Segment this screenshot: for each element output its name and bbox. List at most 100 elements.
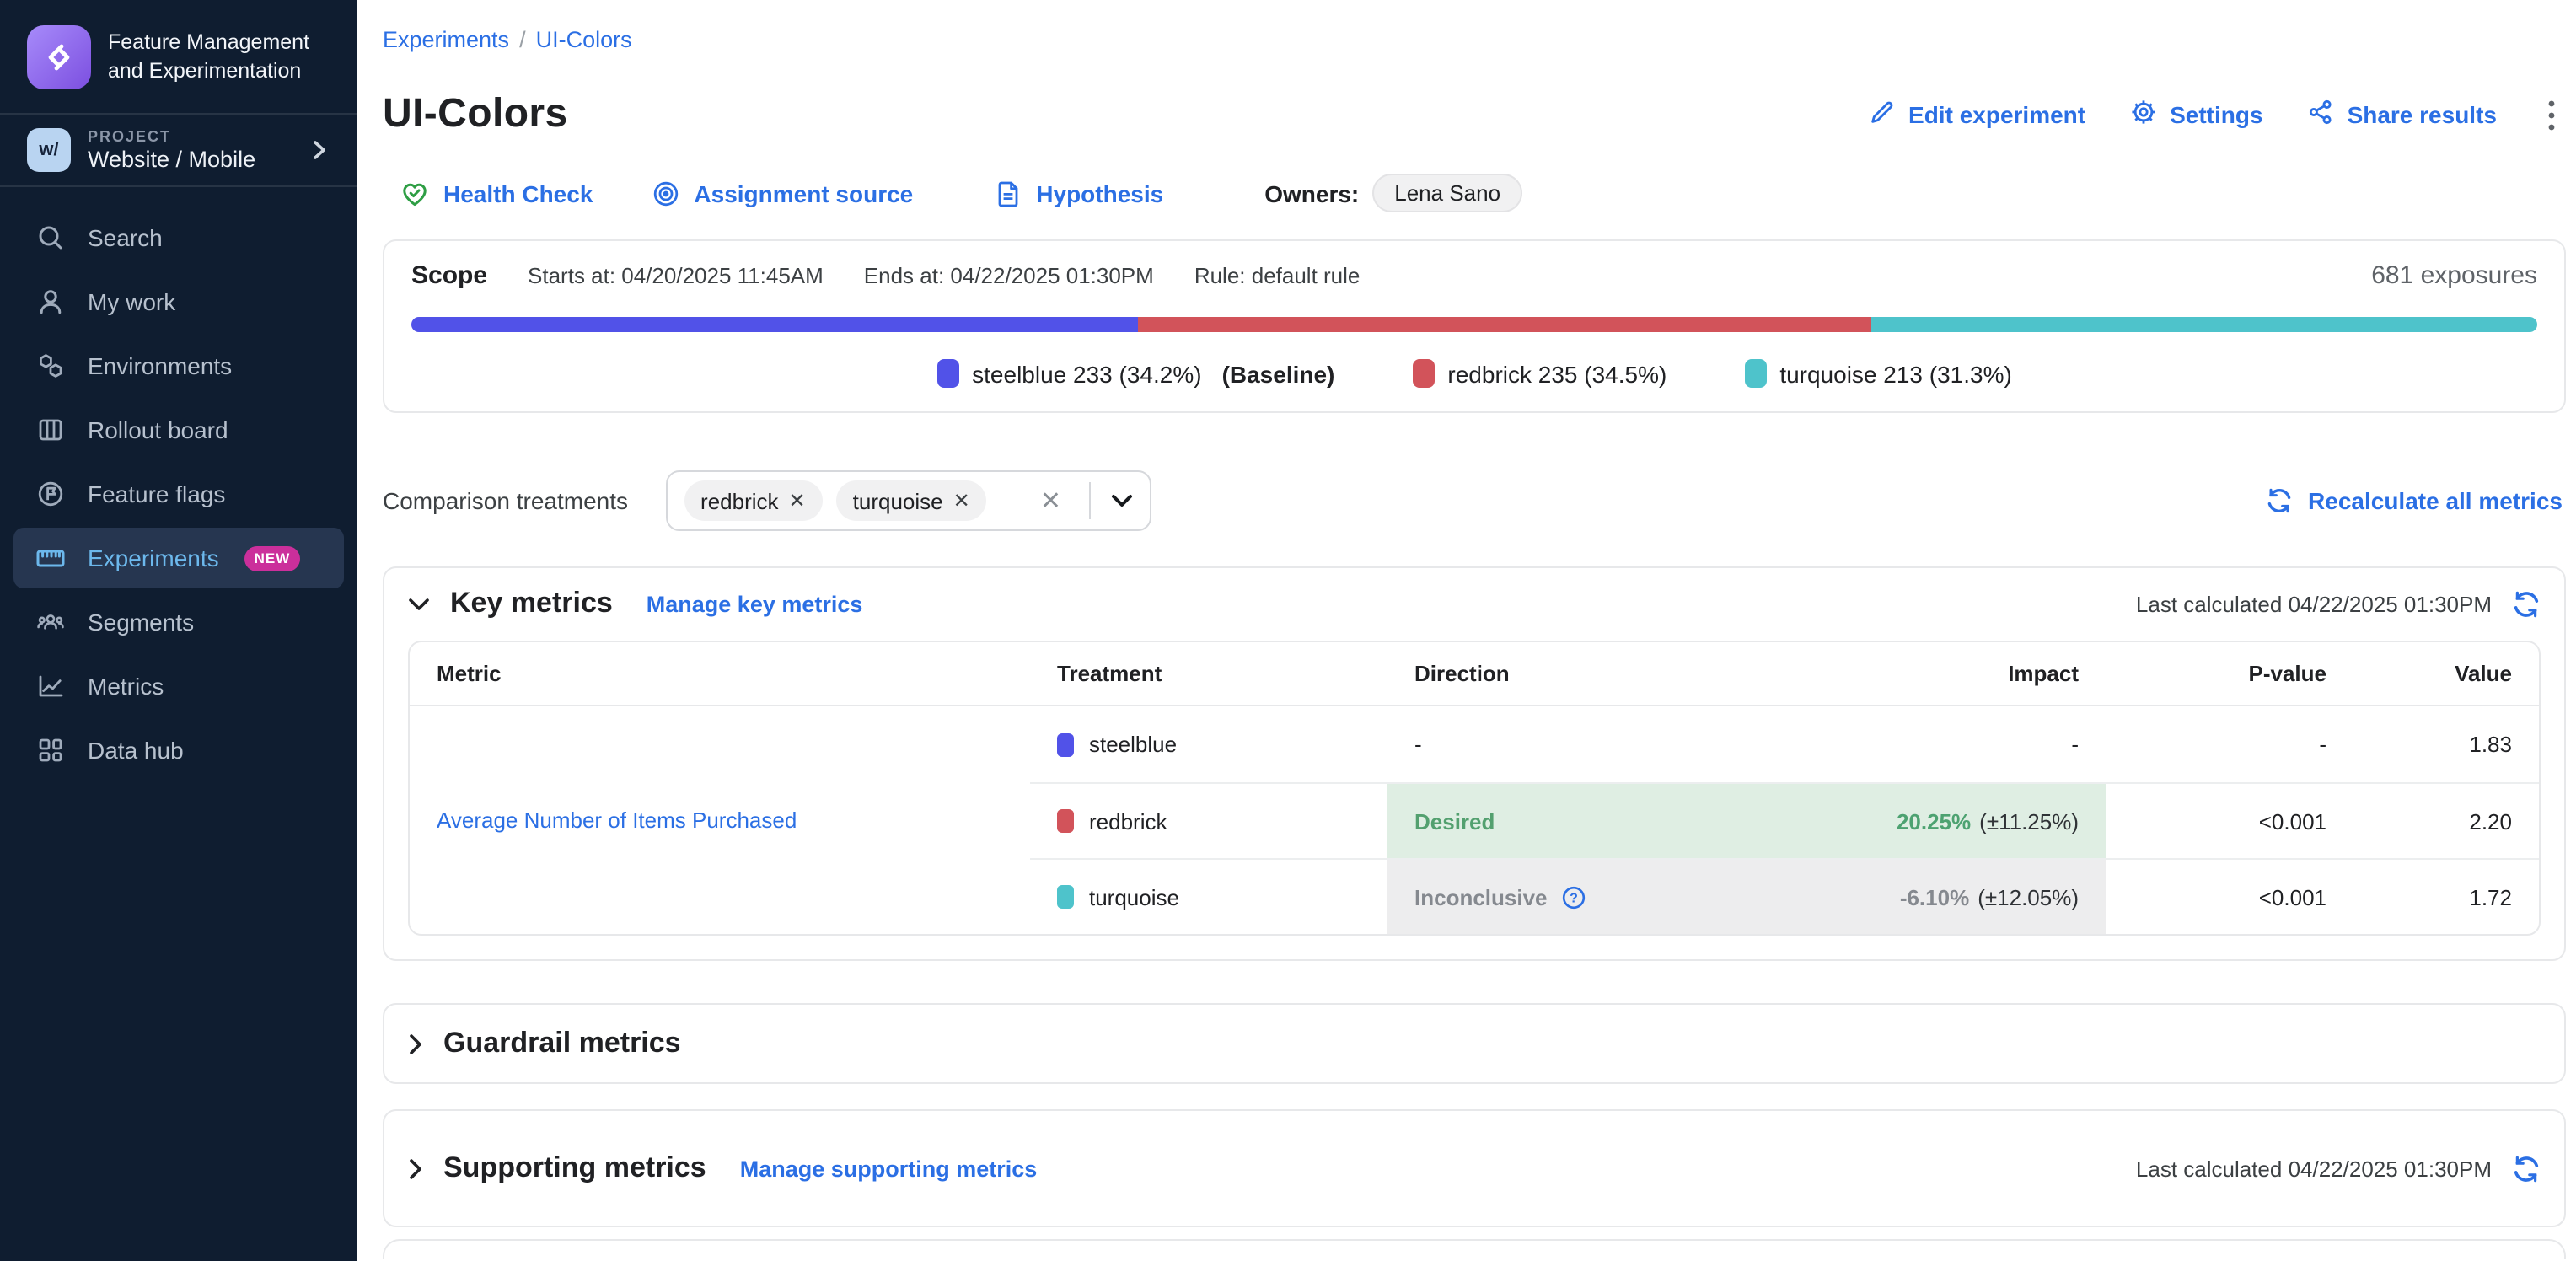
sidebar-item-my-work[interactable]: My work xyxy=(13,271,344,332)
search-icon xyxy=(35,223,66,253)
exposures-count: 681 exposures xyxy=(2371,261,2537,290)
sidebar-item-segments[interactable]: Segments xyxy=(13,592,344,652)
line-chart-icon xyxy=(35,671,66,701)
redbrick-swatch xyxy=(1057,809,1074,833)
sidebar-item-data-hub[interactable]: Data hub xyxy=(13,720,344,781)
share-icon xyxy=(2307,98,2336,131)
manage-key-metrics-link[interactable]: Manage key metrics xyxy=(647,591,863,616)
remove-chip-icon[interactable]: ✕ xyxy=(789,489,806,512)
sidebar-item-feature-flags[interactable]: Feature flags xyxy=(13,464,344,524)
comparison-label: Comparison treatments xyxy=(383,487,628,514)
scope-starts-at: Starts at: 04/20/2025 11:45AM xyxy=(528,263,824,288)
expand-chevron-icon[interactable] xyxy=(408,1033,423,1054)
key-metrics-card: Key metrics Manage key metrics Last calc… xyxy=(383,566,2566,961)
supporting-metrics-title: Supporting metrics xyxy=(443,1151,706,1185)
chevron-down-icon[interactable] xyxy=(1110,494,1132,507)
chip-redbrick: redbrick ✕ xyxy=(684,480,823,521)
metric-link[interactable]: Average Number of Items Purchased xyxy=(437,808,797,833)
treatment-name: redbrick xyxy=(1089,808,1167,834)
flag-circle-icon xyxy=(35,479,66,509)
legend-label: redbrick 235 (34.5%) xyxy=(1447,360,1666,387)
app-logo-row[interactable]: Feature Management and Experimentation xyxy=(0,0,357,113)
breadcrumb-separator: / xyxy=(519,27,526,52)
steelblue-swatch xyxy=(936,359,958,388)
page-title: UI-Colors xyxy=(383,91,568,138)
direction-cell: - xyxy=(1387,706,1704,782)
sidebar-item-environments[interactable]: Environments xyxy=(13,335,344,396)
col-impact: Impact xyxy=(1704,661,2106,686)
breadcrumb-experiments[interactable]: Experiments xyxy=(383,27,509,52)
settings-button[interactable]: Settings xyxy=(2129,98,2262,131)
scope-rule: Rule: default rule xyxy=(1194,263,1360,288)
impact-cell: -6.10% (±12.05%) xyxy=(1704,860,2106,934)
collapse-chevron-icon[interactable] xyxy=(408,596,430,611)
health-check-label: Health Check xyxy=(443,180,593,207)
scope-ends-at: Ends at: 04/22/2025 01:30PM xyxy=(864,263,1154,288)
assignment-source-label: Assignment source xyxy=(694,180,913,207)
assignment-source-link[interactable]: Assignment source xyxy=(650,178,913,208)
kebab-menu-icon[interactable] xyxy=(2541,99,2563,131)
people-icon xyxy=(35,607,66,637)
remove-chip-icon[interactable]: ✕ xyxy=(953,489,970,512)
manage-supporting-metrics-link[interactable]: Manage supporting metrics xyxy=(740,1156,1038,1181)
pvalue-cell: <0.001 xyxy=(2106,860,2353,934)
help-question-icon[interactable]: ? xyxy=(1561,884,1586,910)
project-badge: w/ xyxy=(27,128,71,172)
value-cell: 1.72 xyxy=(2353,860,2539,934)
hexagons-icon xyxy=(35,351,66,381)
impact-value: -6.10% xyxy=(1900,884,1969,910)
hypothesis-link[interactable]: Hypothesis xyxy=(992,178,1163,208)
target-icon xyxy=(650,178,680,208)
share-results-label: Share results xyxy=(2348,101,2497,128)
direction-cell: Desired xyxy=(1387,784,1704,858)
col-value: Value xyxy=(2353,661,2539,686)
app-window: Feature Management and Experimentation w… xyxy=(0,0,2576,1261)
sidebar-item-label: Experiments xyxy=(88,545,219,571)
bar-segment-redbrick xyxy=(1139,317,1872,332)
col-treatment: Treatment xyxy=(1030,661,1387,686)
project-switcher[interactable]: w/ PROJECT Website / Mobile xyxy=(0,115,357,185)
metric-cell: Average Number of Items Purchased xyxy=(410,706,1030,934)
refresh-icon[interactable] xyxy=(2512,589,2541,618)
legend-label: turquoise 213 (31.3%) xyxy=(1779,360,2012,387)
impact-cell: - xyxy=(1704,706,2106,782)
hypothesis-label: Hypothesis xyxy=(1036,180,1163,207)
table-row-turquoise: turquoise Inconclusive ? -6.10% (±12.0 xyxy=(1030,858,2539,934)
expand-chevron-icon[interactable] xyxy=(408,1157,423,1179)
impact-ci: (±11.25%) xyxy=(1979,808,2079,834)
impact-ci: (±12.05%) xyxy=(1978,884,2079,910)
supporting-metrics-card: Supporting metrics Manage supporting met… xyxy=(383,1109,2566,1227)
sidebar-item-rollout-board[interactable]: Rollout board xyxy=(13,400,344,460)
gear-icon xyxy=(2129,98,2158,131)
health-check-link[interactable]: Health Check xyxy=(400,178,593,208)
key-metrics-table: Metric Treatment Direction Impact P-valu… xyxy=(408,641,2541,936)
baseline-label: (Baseline) xyxy=(1222,360,1335,387)
treatment-distribution-bar xyxy=(411,317,2537,332)
turquoise-swatch xyxy=(1057,885,1074,909)
clear-all-icon[interactable]: ✕ xyxy=(1040,486,1061,516)
new-badge: NEW xyxy=(244,545,301,571)
value-cell: 2.20 xyxy=(2353,784,2539,858)
sidebar: Feature Management and Experimentation w… xyxy=(0,0,357,1261)
recalculate-label: Recalculate all metrics xyxy=(2308,487,2563,514)
breadcrumb-current[interactable]: UI-Colors xyxy=(536,27,632,52)
sidebar-item-search[interactable]: Search xyxy=(13,207,344,268)
turquoise-swatch xyxy=(1744,359,1766,388)
table-row-steelblue: steelblue - - - 1.83 xyxy=(1030,706,2539,782)
edit-experiment-button[interactable]: Edit experiment xyxy=(1868,98,2085,131)
sidebar-item-label: Segments xyxy=(88,609,194,636)
refresh-icon[interactable] xyxy=(2512,1154,2541,1183)
sidebar-item-metrics[interactable]: Metrics xyxy=(13,656,344,716)
document-icon xyxy=(992,178,1022,208)
recalculate-all-metrics-button[interactable]: Recalculate all metrics xyxy=(2266,487,2566,514)
sidebar-item-label: Metrics xyxy=(88,673,164,700)
share-results-button[interactable]: Share results xyxy=(2307,98,2497,131)
sidebar-item-experiments[interactable]: Experiments NEW xyxy=(13,528,344,588)
treatment-name: turquoise xyxy=(1089,884,1179,910)
comparison-treatments-select[interactable]: redbrick ✕ turquoise ✕ ✕ xyxy=(665,470,1151,531)
owner-chip[interactable]: Lena Sano xyxy=(1372,174,1522,212)
sidebar-item-label: Search xyxy=(88,224,163,251)
treatment-name: steelblue xyxy=(1089,732,1177,757)
sidebar-item-label: Feature flags xyxy=(88,480,225,507)
main-content: Experiments / UI-Colors UI-Colors Edit e… xyxy=(357,0,2576,1261)
